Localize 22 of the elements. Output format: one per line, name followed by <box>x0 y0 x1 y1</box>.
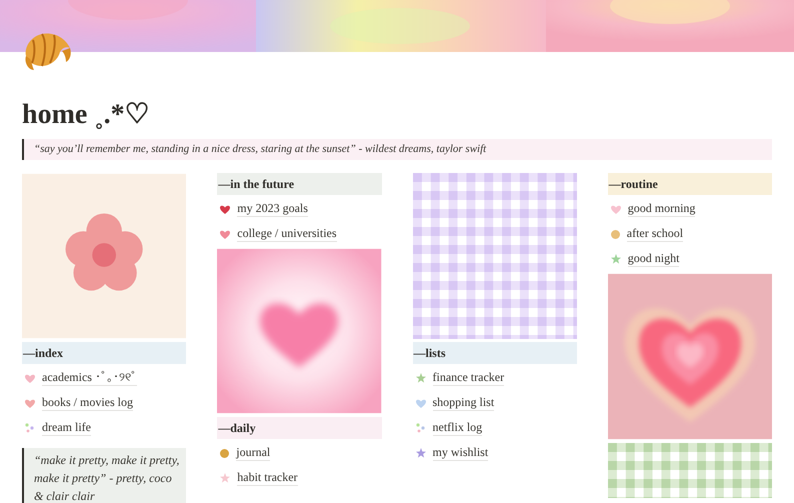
section-header: —daily <box>217 417 382 439</box>
page-link[interactable]: dream life <box>42 420 91 436</box>
quote-block: “say you’ll remember me, standing in a nice dress, staring at the sunset” - wildest dreams, taylor swift <box>22 139 772 160</box>
page-link[interactable]: good night <box>628 251 680 267</box>
section-header: —lists <box>412 342 577 364</box>
page-link[interactable]: my wishlist <box>432 445 488 461</box>
page-link[interactable]: good morning <box>628 201 696 217</box>
section-header: —index <box>22 342 186 364</box>
section-header: —routine <box>608 173 772 195</box>
section-header: —in the future <box>217 173 382 195</box>
page-link[interactable]: netflix log <box>432 420 482 436</box>
page-link[interactable]: books / movies log <box>42 395 134 411</box>
page-link[interactable]: habit tracker <box>237 470 298 486</box>
page-link[interactable]: journal <box>236 445 270 461</box>
page-link[interactable]: college / universities <box>237 226 337 242</box>
page-link[interactable]: shopping list <box>432 395 494 411</box>
quote-block: “make it pretty, make it pretty, make it pretty” - pretty, coco & clair clair <box>22 448 186 503</box>
page-link[interactable]: my 2023 goals <box>237 201 308 217</box>
page-link[interactable]: academics ･ﾟ｡･୨୧ﾟ <box>42 370 137 386</box>
page-title: home ˳.*♡ <box>22 98 151 132</box>
page-link[interactable]: after school <box>626 226 684 242</box>
page-link[interactable]: finance tracker <box>432 370 504 386</box>
